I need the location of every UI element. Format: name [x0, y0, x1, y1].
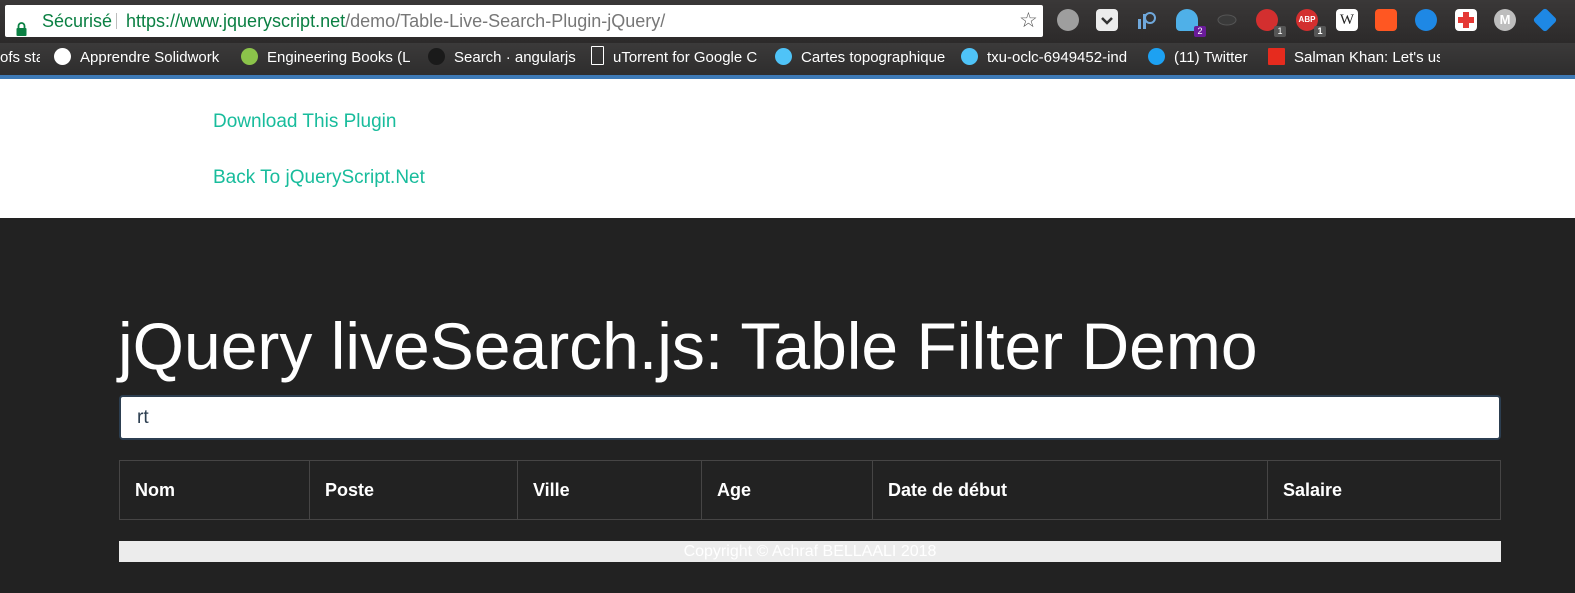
- column-header-nom[interactable]: Nom: [119, 460, 310, 520]
- adblock-badge: 1: [1314, 26, 1326, 37]
- url-path: /demo/Table-Live-Search-Plugin-jQuery/: [345, 11, 666, 31]
- globe-icon: [775, 48, 792, 65]
- bookmark-item[interactable]: Apprendre Solidwork: [54, 43, 226, 75]
- wordpress-icon: [54, 48, 71, 65]
- bookmark-label: Engineering Books (L: [267, 49, 411, 66]
- ghostery-badge: 2: [1194, 26, 1206, 37]
- bookmarks-bar: ofs sta Apprendre Solidwork Engineering …: [0, 43, 1575, 75]
- ublock-icon[interactable]: 1: [1256, 9, 1286, 37]
- table-header-row: Nom Poste Ville Age Date de début Salair…: [119, 460, 1501, 520]
- column-header-poste[interactable]: Poste: [309, 460, 518, 520]
- pocket-icon[interactable]: [1096, 9, 1118, 31]
- ublock-badge: 1: [1274, 26, 1286, 37]
- page-icon: [591, 46, 604, 65]
- bookmark-label: Apprendre Solidwork: [80, 49, 220, 66]
- analytics-extension-icon[interactable]: [1136, 9, 1158, 31]
- demo-header: [0, 79, 1575, 218]
- bookmark-item[interactable]: Engineering Books (L: [241, 43, 413, 75]
- m-extension-icon[interactable]: M: [1494, 9, 1516, 31]
- bookmark-item[interactable]: (11) Twitter: [1148, 43, 1258, 75]
- globe-icon: [961, 48, 978, 65]
- bookmark-label: (11) Twitter: [1174, 49, 1248, 66]
- bookmark-label: Cartes topographique: [801, 49, 945, 66]
- medical-cross-icon[interactable]: [1455, 9, 1477, 31]
- column-header-salaire[interactable]: Salaire: [1267, 460, 1501, 520]
- ted-icon: [1268, 48, 1285, 65]
- back-to-site-link[interactable]: Back To jQueryScript.Net: [213, 167, 425, 189]
- column-header-age[interactable]: Age: [701, 460, 873, 520]
- url-scheme: https://: [126, 11, 181, 31]
- view-extension-icon[interactable]: [1415, 9, 1437, 31]
- bookmark-item[interactable]: ofs sta: [0, 43, 40, 75]
- browser-toolbar: Sécurisé https://www.jqueryscript.net/de…: [0, 0, 1575, 43]
- page-title: jQuery liveSearch.js: Table Filter Demo: [118, 309, 1258, 383]
- bookmark-item[interactable]: Search · angularjs: [428, 43, 576, 75]
- twitter-icon: [1148, 48, 1165, 65]
- eye-extension-icon[interactable]: [1216, 9, 1238, 31]
- github-icon: [428, 48, 445, 65]
- column-header-date-debut[interactable]: Date de début: [872, 460, 1268, 520]
- footer-copyright: Copyright © Achraf BELLAALI 2018: [119, 541, 1501, 562]
- bookmark-item[interactable]: uTorrent for Google C: [591, 43, 761, 75]
- secure-label: Sécurisé: [42, 11, 113, 31]
- column-header-ville[interactable]: Ville: [517, 460, 702, 520]
- recycle-icon: [241, 48, 258, 65]
- table-search-input[interactable]: [119, 395, 1501, 440]
- bookmark-item[interactable]: txu-oclc-6949452-ind: [961, 43, 1131, 75]
- bookmark-star-icon[interactable]: ☆: [1019, 5, 1038, 37]
- ghostery-icon[interactable]: 2: [1176, 9, 1206, 37]
- address-bar[interactable]: Sécurisé https://www.jqueryscript.net/de…: [5, 5, 1043, 37]
- bookmark-label: txu-oclc-6949452-ind: [987, 49, 1128, 66]
- tag-extension-icon[interactable]: [1532, 7, 1558, 33]
- wikipedia-icon[interactable]: W: [1336, 9, 1358, 31]
- translate-extension-icon[interactable]: [1375, 9, 1397, 31]
- address-divider: [116, 13, 117, 29]
- results-table: Nom Poste Ville Age Date de début Salair…: [119, 460, 1501, 520]
- bookmark-label: Search · angularjs: [454, 49, 576, 66]
- bookmark-item[interactable]: Cartes topographique: [775, 43, 945, 75]
- lock-icon: [16, 14, 27, 46]
- url-text[interactable]: https://www.jqueryscript.net/demo/Table-…: [126, 5, 665, 37]
- bookmark-label: ofs sta: [0, 49, 40, 66]
- adblock-plus-icon[interactable]: ABP 1: [1296, 9, 1326, 37]
- bookmark-label: Salman Khan: Let's us: [1294, 49, 1440, 66]
- bookmark-label: uTorrent for Google C: [613, 49, 758, 66]
- url-host: www.jqueryscript.net: [180, 11, 346, 31]
- cloud-extension-icon[interactable]: [1057, 9, 1079, 31]
- bookmark-item[interactable]: Salman Khan: Let's us: [1268, 43, 1440, 75]
- download-plugin-link[interactable]: Download This Plugin: [213, 111, 396, 133]
